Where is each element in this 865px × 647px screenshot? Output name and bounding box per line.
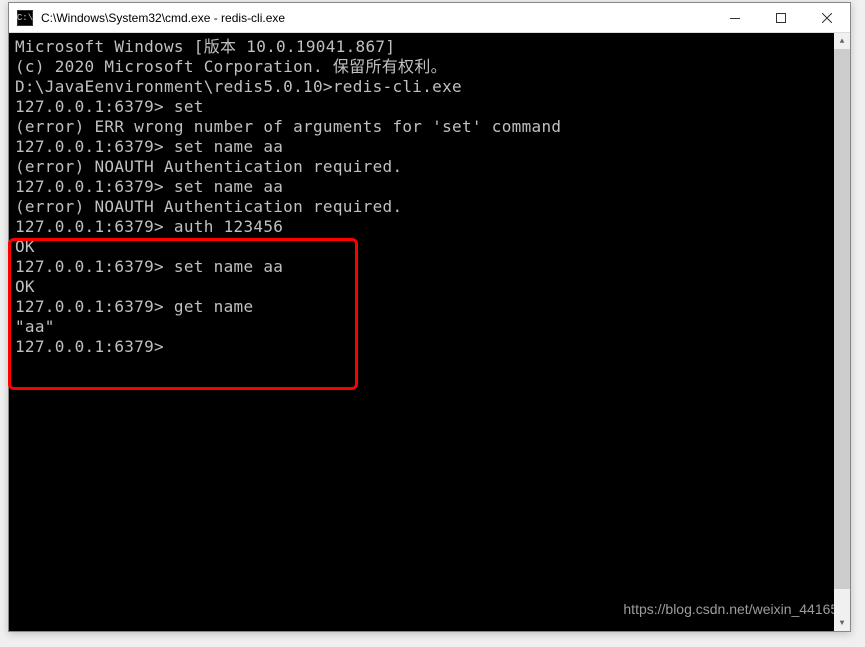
terminal-line: Microsoft Windows [版本 10.0.19041.867]: [15, 37, 844, 57]
cmd-icon: C:\: [17, 10, 33, 26]
maximize-icon: [776, 13, 786, 23]
scrollbar-down-arrow[interactable]: ▼: [834, 615, 850, 631]
terminal-line: 127.0.0.1:6379> get name: [15, 297, 844, 317]
cmd-window: C:\ C:\Windows\System32\cmd.exe - redis-…: [8, 2, 851, 632]
close-button[interactable]: [804, 3, 850, 33]
window-title: C:\Windows\System32\cmd.exe - redis-cli.…: [41, 11, 712, 25]
terminal-line: (error) ERR wrong number of arguments fo…: [15, 117, 844, 137]
terminal-line: 127.0.0.1:6379> set name aa: [15, 257, 844, 277]
vertical-scrollbar[interactable]: ▲ ▼: [834, 33, 850, 631]
window-controls: [712, 3, 850, 32]
watermark-text: https://blog.csdn.net/weixin_441652: [623, 599, 846, 619]
terminal-line: (error) NOAUTH Authentication required.: [15, 157, 844, 177]
terminal-line: (c) 2020 Microsoft Corporation. 保留所有权利。: [15, 57, 844, 77]
scrollbar-thumb[interactable]: [834, 49, 850, 589]
terminal-area[interactable]: Microsoft Windows [版本 10.0.19041.867] (c…: [9, 33, 850, 631]
maximize-button[interactable]: [758, 3, 804, 33]
terminal-line: (error) NOAUTH Authentication required.: [15, 197, 844, 217]
terminal-line: 127.0.0.1:6379>: [15, 337, 844, 357]
minimize-button[interactable]: [712, 3, 758, 33]
terminal-line: OK: [15, 277, 844, 297]
scrollbar-up-arrow[interactable]: ▲: [834, 33, 850, 49]
terminal-line: "aa": [15, 317, 844, 337]
titlebar[interactable]: C:\ C:\Windows\System32\cmd.exe - redis-…: [9, 3, 850, 33]
minimize-icon: [730, 18, 740, 19]
close-icon: [822, 13, 832, 23]
terminal-line: 127.0.0.1:6379> set: [15, 97, 844, 117]
terminal-line: 127.0.0.1:6379> set name aa: [15, 177, 844, 197]
terminal-line: 127.0.0.1:6379> auth 123456: [15, 217, 844, 237]
terminal-line: 127.0.0.1:6379> set name aa: [15, 137, 844, 157]
terminal-line: D:\JavaEenvironment\redis5.0.10>redis-cl…: [15, 77, 844, 97]
terminal-line: OK: [15, 237, 844, 257]
